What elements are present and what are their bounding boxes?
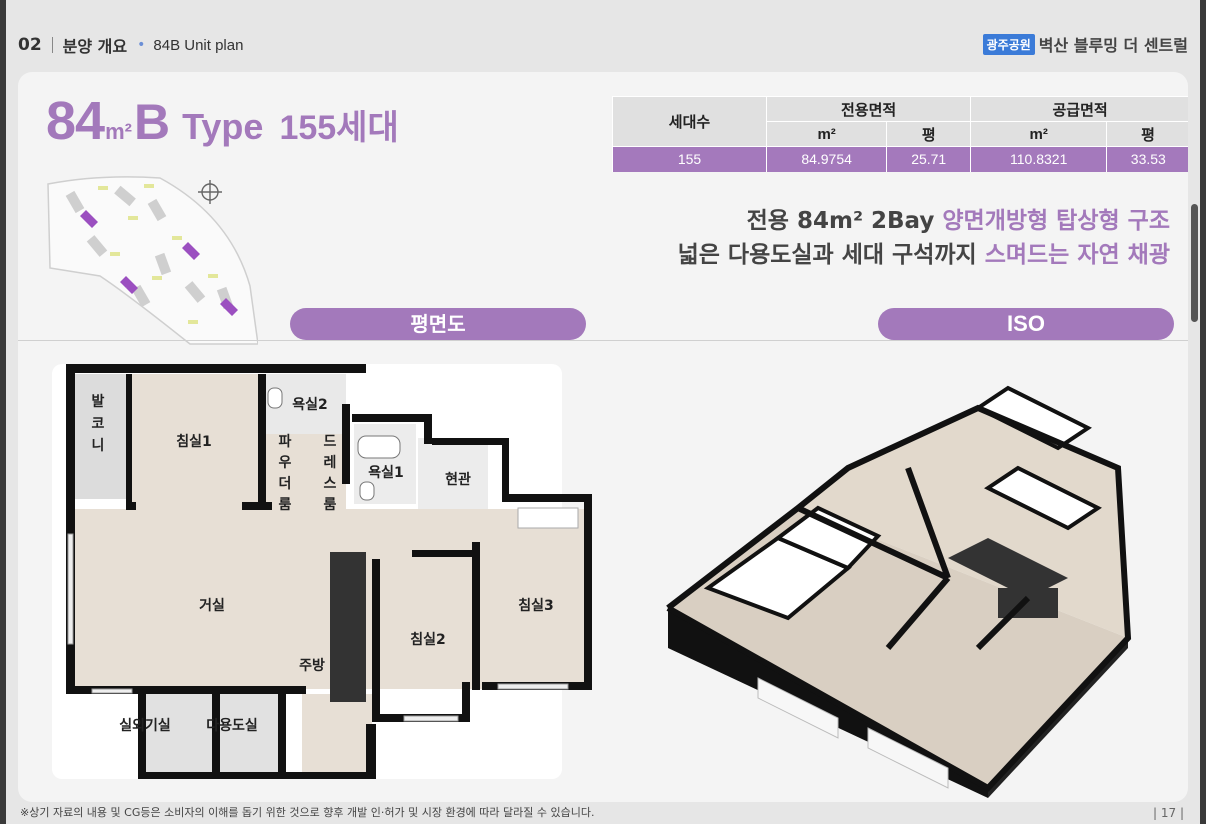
room-powder: 우 [279, 455, 292, 471]
section-subtitle: 84B Unit plan [153, 36, 244, 54]
content-card: 84 m² B Type 155세대 세대수 전용면적 공급면적 m² 평 m²… [18, 72, 1188, 802]
floor-plan: 발 코 니 침실1 욕실2 파 우 더 룸 드 레 스 룸 욕실1 현관 거실 … [52, 364, 592, 779]
unit-area: 84 [46, 91, 105, 151]
td-supply-pyeong: 33.53 [1106, 146, 1188, 172]
page-number: | 17 | [1153, 806, 1184, 820]
tagline-line2-prefix: 넓은 다용도실과 세대 구석까지 [677, 242, 985, 268]
tagline-line2: 넓은 다용도실과 세대 구석까지 스며드는 자연 채광 [678, 238, 1170, 272]
unit-sup: m² [105, 119, 132, 144]
brand-logo: 광주공원 벽산 블루밍 더 센트럴 [982, 32, 1188, 56]
room-living: 거실 [199, 598, 225, 614]
iso-label: ISO [878, 308, 1174, 340]
room-dressroom: 스 [324, 476, 337, 492]
brochure-page: 02 분양 개요 • 84B Unit plan 광주공원 벽산 블루밍 더 센… [6, 0, 1200, 824]
section-title: 분양 개요 [62, 37, 128, 56]
brand-badge: 광주공원 [982, 33, 1035, 55]
tagline-line1-accent: 양면개방형 탑상형 구조 [942, 208, 1170, 234]
td-exclusive-pyeong: 25.71 [886, 146, 971, 172]
room-bedroom2: 침실2 [410, 632, 446, 648]
tagline-line1: 전용 84m² 2Bay 양면개방형 탑상형 구조 [678, 204, 1170, 238]
unit-type-word: Type [182, 106, 264, 147]
disclaimer: ※상기 자료의 내용 및 CG등은 소비자의 이해를 돕기 위한 것으로 향후 … [20, 806, 595, 819]
scrollbar[interactable] [1191, 204, 1198, 322]
area-table: 세대수 전용면적 공급면적 m² 평 m² 평 155 84.9754 25.7… [612, 96, 1188, 172]
room-dressroom: 룸 [324, 497, 337, 513]
tagline-line1-prefix: 전용 84m² 2Bay [746, 208, 943, 234]
th-pyeong: 평 [1106, 121, 1188, 147]
room-entrance: 현관 [445, 471, 471, 488]
section-number: 02 [18, 35, 42, 55]
tagline-line2-accent: 스며드는 자연 채광 [984, 242, 1170, 268]
room-powder: 파 [279, 434, 292, 450]
room-dressroom: 드 [324, 434, 337, 450]
th-m2: m² [970, 121, 1108, 147]
th-pyeong: 평 [886, 121, 972, 147]
th-supply: 공급면적 [970, 96, 1188, 122]
room-powder: 더 [279, 476, 292, 492]
room-balcony: 니 [92, 438, 105, 454]
td-exclusive-m2: 84.9754 [765, 146, 887, 172]
page-header: 02 분양 개요 • 84B Unit plan [18, 32, 243, 58]
compass-icon [198, 180, 222, 204]
room-dressroom: 레 [324, 455, 337, 471]
divider-line [18, 340, 638, 341]
header-divider [51, 37, 53, 53]
room-kitchen: 주방 [299, 657, 325, 674]
td-households: 155 [612, 146, 767, 172]
room-bath2: 욕실2 [292, 397, 328, 413]
th-exclusive: 전용면적 [765, 96, 972, 122]
iso-render [666, 385, 1132, 798]
unit-letter: B [133, 94, 171, 150]
unit-households: 155세대 [279, 109, 399, 147]
room-balcony: 발 [92, 393, 105, 410]
room-bath1: 욕실1 [368, 465, 404, 481]
room-powder: 룸 [279, 497, 292, 513]
room-bedroom3: 침실3 [518, 598, 554, 614]
room-bedroom1: 침실1 [176, 434, 212, 450]
th-households: 세대수 [612, 96, 767, 147]
site-map [47, 176, 258, 345]
room-outdoor-unit: 실외기실 [119, 717, 171, 734]
th-m2: m² [765, 121, 888, 147]
unit-title: 84 m² B Type 155세대 [46, 90, 399, 152]
room-utility: 다용도실 [206, 718, 258, 734]
room-balcony: 코 [92, 416, 105, 432]
tagline: 전용 84m² 2Bay 양면개방형 탑상형 구조 넓은 다용도실과 세대 구석… [678, 204, 1170, 272]
divider-line [568, 340, 1188, 341]
brand-name: 벽산 블루밍 더 센트럴 [1038, 36, 1188, 55]
td-supply-m2: 110.8321 [970, 146, 1107, 172]
bullet-icon: • [137, 37, 146, 53]
floorplan-label: 평면도 [290, 308, 586, 340]
